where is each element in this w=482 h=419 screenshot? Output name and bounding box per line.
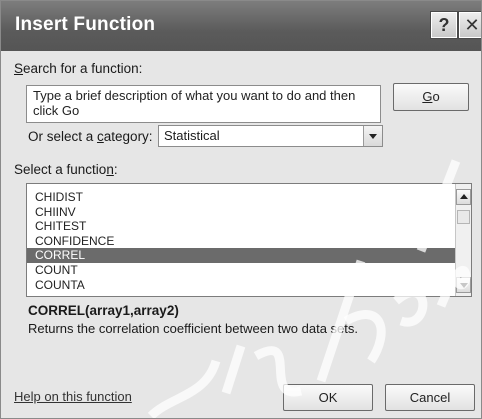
function-listbox[interactable]: CHIDIST CHIINV CHITEST CONFIDENCE CORREL COUN…	[26, 183, 472, 297]
list-item[interactable]: CHITEST	[27, 219, 455, 234]
scroll-thumb[interactable]	[457, 210, 470, 224]
function-list-label: Select a function:	[14, 162, 118, 177]
go-button[interactable]: Go	[393, 83, 469, 111]
function-description: Returns the correlation coefficient betw…	[28, 321, 359, 336]
dialog-title: Insert Function	[15, 14, 156, 35]
list-item[interactable]: COUNT	[27, 263, 455, 278]
category-label: Or select a category:	[28, 129, 153, 144]
scroll-up-icon[interactable]	[456, 189, 471, 205]
insert-function-dialog: Insert Function ? ✕ Search for a functio…	[0, 0, 482, 419]
help-icon[interactable]: ?	[431, 12, 457, 38]
title-bar[interactable]: Insert Function ? ✕	[1, 1, 481, 51]
scroll-down-icon[interactable]	[456, 277, 471, 293]
chevron-down-icon[interactable]	[363, 126, 382, 146]
help-on-function-link[interactable]: Help on this function	[14, 389, 132, 404]
list-item[interactable]: CORREL	[27, 248, 455, 263]
ok-button[interactable]: OK	[283, 384, 373, 411]
search-input[interactable]: Type a brief description of what you wan…	[26, 85, 381, 123]
search-label: Search for a function:	[14, 61, 143, 76]
list-item[interactable]: CHIDIST	[27, 190, 455, 205]
function-signature: CORREL(array1,array2)	[28, 303, 179, 318]
close-icon[interactable]: ✕	[459, 12, 481, 38]
list-item[interactable]: CHIINV	[27, 205, 455, 220]
category-selected-value: Statistical	[164, 128, 220, 143]
category-select[interactable]: Statistical	[158, 125, 383, 147]
cancel-button[interactable]: Cancel	[385, 384, 475, 411]
function-list: CHIDIST CHIINV CHITEST CONFIDENCE CORREL COUN…	[27, 190, 455, 292]
list-item[interactable]: CONFIDENCE	[27, 234, 455, 249]
list-scrollbar[interactable]	[455, 184, 471, 296]
list-item[interactable]: COUNTA	[27, 278, 455, 293]
